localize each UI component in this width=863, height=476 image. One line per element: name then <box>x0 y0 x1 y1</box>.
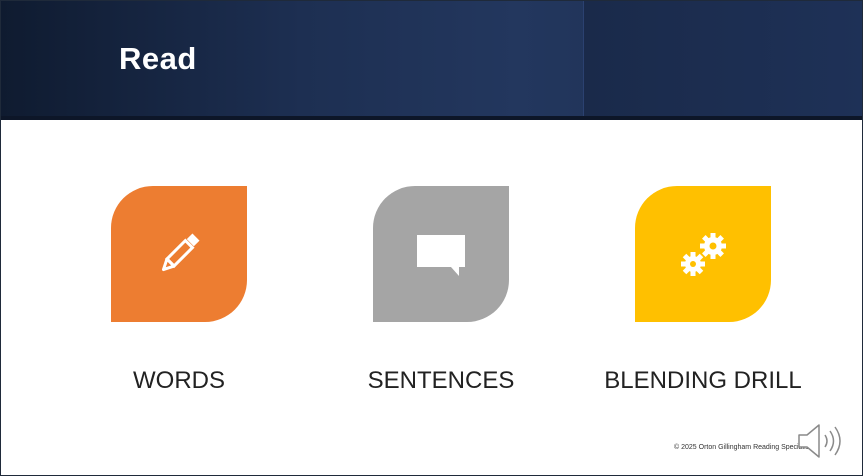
slide-header: Read <box>1 1 862 120</box>
words-label: WORDS <box>133 367 225 394</box>
slide: Read WORDS SENTENCES BLENDING DRILL © 20… <box>0 0 863 476</box>
blending-drill-tile[interactable] <box>635 186 771 322</box>
header-divider <box>1 116 862 120</box>
speech-bubble-icon <box>413 229 469 279</box>
blending-drill-label: BLENDING DRILL <box>604 367 802 394</box>
gears-icon <box>673 224 733 284</box>
pencil-icon <box>151 226 207 282</box>
speaker-icon[interactable] <box>789 421 849 461</box>
sentences-label: SENTENCES <box>367 367 515 394</box>
words-tile[interactable] <box>111 186 247 322</box>
header-accent-panel <box>583 1 862 120</box>
slide-title: Read <box>119 41 197 76</box>
sentences-tile[interactable] <box>373 186 509 322</box>
